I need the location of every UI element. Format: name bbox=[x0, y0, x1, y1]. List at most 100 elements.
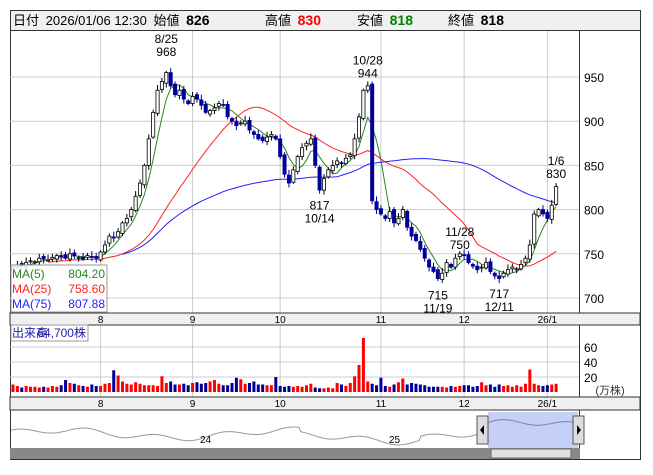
candle-down bbox=[81, 256, 86, 260]
candle-up bbox=[54, 255, 59, 260]
month-tick-label: 26/1 bbox=[538, 399, 558, 410]
candle-up bbox=[536, 209, 541, 217]
candle-up bbox=[190, 96, 195, 104]
candle-down bbox=[181, 88, 186, 100]
volume-bar bbox=[199, 383, 203, 392]
candle-up bbox=[326, 169, 331, 178]
volume-bar bbox=[77, 385, 81, 392]
volume-bar bbox=[370, 383, 374, 392]
volume-bar bbox=[537, 385, 541, 392]
candle-up bbox=[396, 218, 401, 225]
volume-bar bbox=[164, 383, 168, 392]
candle-up bbox=[444, 262, 449, 273]
volume-bar bbox=[313, 387, 317, 392]
candle-down bbox=[234, 120, 239, 127]
high-value: 830 bbox=[298, 12, 322, 28]
candle-down bbox=[427, 259, 432, 268]
candle-up bbox=[519, 264, 524, 270]
volume-bar bbox=[265, 385, 269, 392]
volume-bar bbox=[85, 386, 89, 392]
candle-up bbox=[76, 256, 81, 259]
candle-up bbox=[129, 209, 134, 218]
volume-bar bbox=[33, 386, 37, 392]
candle-down bbox=[435, 269, 440, 279]
candle-up bbox=[361, 89, 366, 119]
annotation-date: 12/11 bbox=[485, 300, 514, 314]
month-tick-label: 8 bbox=[98, 399, 104, 410]
volume-bar bbox=[46, 387, 50, 392]
volume-bar bbox=[107, 383, 111, 392]
candle-down bbox=[374, 201, 379, 210]
volume-value: 64,700株 bbox=[37, 325, 86, 340]
candle-down bbox=[173, 83, 178, 96]
volume-bar bbox=[440, 386, 444, 392]
volume-tick-label: 20 bbox=[584, 371, 598, 385]
candle-up bbox=[107, 235, 112, 244]
candle-down bbox=[41, 256, 46, 260]
volume-bar bbox=[497, 384, 501, 392]
volume-bar bbox=[221, 385, 225, 392]
volume-bar bbox=[436, 386, 440, 392]
volume-bar bbox=[488, 384, 492, 392]
candle-up bbox=[330, 164, 335, 172]
volume-bar bbox=[414, 383, 418, 392]
stock-chart-widget: 日付 2026/01/06 12:30 始値 826 高値 830 安値 818… bbox=[0, 0, 653, 470]
date-label: 日付 bbox=[13, 13, 39, 28]
volume-bar bbox=[261, 384, 265, 392]
volume-bar bbox=[59, 385, 63, 392]
candle-down bbox=[59, 255, 64, 257]
candle-down bbox=[462, 254, 467, 257]
candle-down bbox=[383, 215, 388, 219]
volume-bar bbox=[121, 381, 124, 392]
month-tick-label: 10 bbox=[275, 399, 287, 410]
volume-bar bbox=[212, 380, 216, 392]
annotation-date: 10/14 bbox=[305, 212, 335, 226]
volume-bar bbox=[195, 382, 199, 392]
volume-bar bbox=[462, 385, 466, 392]
annotation-value: 944 bbox=[358, 66, 378, 80]
volume-bar bbox=[353, 376, 357, 392]
volume-bar bbox=[331, 388, 335, 392]
volume-legend: 出来高 64,700株 bbox=[10, 324, 89, 342]
candle-up bbox=[212, 107, 217, 111]
candle-down bbox=[89, 256, 94, 258]
candle-up bbox=[527, 244, 532, 260]
volume-bar bbox=[322, 388, 326, 392]
candle-up bbox=[133, 195, 138, 211]
candle-up bbox=[151, 111, 156, 138]
volume-bar bbox=[392, 384, 396, 392]
candle-down bbox=[229, 118, 234, 122]
scrollbar-thumb[interactable] bbox=[490, 448, 572, 459]
price-tick-label: 700 bbox=[584, 292, 604, 306]
annotation-date: 10/28 bbox=[353, 53, 383, 67]
volume-bar bbox=[90, 384, 94, 392]
candle-down bbox=[282, 154, 287, 175]
volume-bar bbox=[142, 385, 146, 392]
candle-down bbox=[413, 233, 418, 241]
candle-down bbox=[199, 99, 204, 106]
candle-down bbox=[497, 275, 502, 279]
candle-up bbox=[453, 257, 458, 268]
volume-bar bbox=[480, 382, 484, 392]
volume-bar bbox=[160, 376, 164, 392]
volume-bar bbox=[309, 383, 313, 392]
ma75-label: MA(75) bbox=[12, 297, 51, 311]
candle-down bbox=[63, 254, 68, 259]
candle-down bbox=[94, 256, 99, 259]
volume-bar bbox=[541, 386, 545, 392]
candle-down bbox=[203, 104, 208, 113]
candle-down bbox=[448, 264, 453, 268]
candle-down bbox=[168, 72, 173, 87]
volume-unit: (万株) bbox=[595, 383, 624, 397]
candle-up bbox=[216, 103, 221, 107]
navigator-selection[interactable] bbox=[488, 412, 578, 448]
candle-down bbox=[256, 134, 261, 140]
candle-up bbox=[85, 255, 90, 258]
volume-bar bbox=[112, 370, 116, 392]
annotation-date: 1/6 bbox=[548, 154, 565, 168]
volume-bar bbox=[24, 386, 28, 392]
volume-bar bbox=[217, 383, 221, 392]
ma-legend: MA(5) 804.20 MA(25) 758.60 MA(75) 807.88 bbox=[10, 264, 108, 313]
candle-up bbox=[523, 257, 528, 264]
annotation-date: 8/25 bbox=[155, 32, 179, 46]
